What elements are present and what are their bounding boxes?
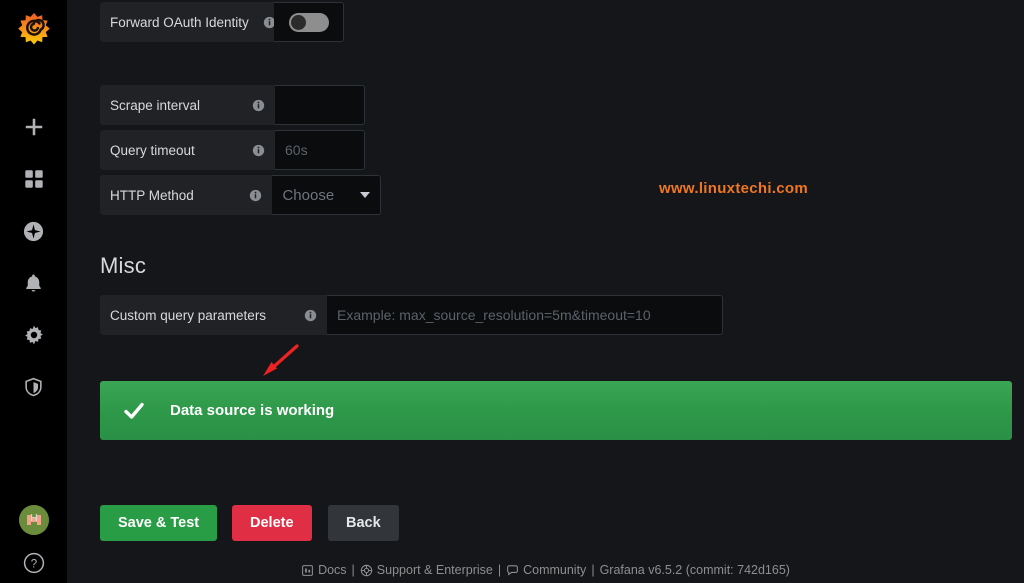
main-sidebar: H ? <box>0 0 67 583</box>
forward-oauth-label: Forward OAuth Identity <box>100 2 276 42</box>
comment-icon <box>506 564 519 577</box>
custom-query-parameters-input[interactable]: Example: max_source_resolution=5m&timeou… <box>327 295 723 335</box>
field-custom-query-parameters: Custom query parameters Example: max_sou… <box>100 295 723 335</box>
misc-section-heading: Misc <box>100 253 147 278</box>
info-icon[interactable] <box>235 189 262 202</box>
footer-docs-label: Docs <box>318 563 347 577</box>
info-icon[interactable] <box>249 16 276 29</box>
save-and-test-button[interactable]: Save & Test <box>100 505 218 541</box>
footer-separator-1: | <box>351 563 355 577</box>
footer-support-link[interactable]: Support & Enterprise <box>360 563 493 577</box>
compass-icon <box>23 221 44 241</box>
query-timeout-label-text: Query timeout <box>110 142 195 158</box>
http-method-label: HTTP Method <box>100 175 273 215</box>
sidebar-nav <box>17 115 51 399</box>
lifebuoy-icon <box>360 564 373 577</box>
scrape-interval-label-text: Scrape interval <box>110 97 201 113</box>
footer-separator-2: | <box>497 563 502 577</box>
forward-oauth-toggle-cell <box>274 2 344 42</box>
sidebar-bottom: H ? <box>0 505 67 575</box>
field-forward-oauth-identity: Forward OAuth Identity <box>100 2 344 42</box>
grafana-datasource-settings-page: H ? Forward OAuth Identity Scrape interv… <box>0 0 1024 583</box>
watermark: www.linuxtechi.com <box>659 180 809 197</box>
footer-version: Grafana v6.5.2 (commit: 742d165) <box>599 563 790 577</box>
custom-query-parameters-label: Custom query parameters <box>100 295 327 335</box>
delete-button[interactable]: Delete <box>232 505 312 541</box>
sidebar-item-explore[interactable] <box>17 219 51 243</box>
svg-text:?: ? <box>30 558 36 570</box>
sidebar-item-create[interactable] <box>17 115 51 139</box>
sidebar-item-configuration[interactable] <box>17 323 51 347</box>
sidebar-item-server-admin[interactable] <box>17 375 51 399</box>
footer-docs-link[interactable]: Docs <box>301 563 347 577</box>
avatar[interactable]: H <box>18 505 49 535</box>
question-circle-icon: ? <box>23 552 44 574</box>
field-query-timeout: Query timeout 60s <box>100 130 365 170</box>
page-footer: Docs | Support & Enterprise | Community … <box>67 563 1024 577</box>
field-http-method: HTTP Method Choose <box>100 175 381 215</box>
back-button[interactable]: Back <box>328 505 399 541</box>
scrape-interval-input[interactable] <box>275 85 365 125</box>
info-icon[interactable] <box>238 144 265 157</box>
bell-icon <box>26 274 41 292</box>
info-icon[interactable] <box>238 99 265 112</box>
http-method-label-text: HTTP Method <box>110 187 194 203</box>
footer-support-label: Support & Enterprise <box>376 563 493 577</box>
forward-oauth-label-text: Forward OAuth Identity <box>110 14 249 30</box>
field-scrape-interval: Scrape interval <box>100 85 365 125</box>
svg-text:H: H <box>30 513 37 524</box>
dashboards-grid-icon <box>24 170 43 188</box>
http-method-select[interactable]: Choose <box>272 175 381 215</box>
book-icon <box>301 564 314 577</box>
help-button[interactable]: ? <box>17 551 51 575</box>
grafana-logo[interactable] <box>12 8 56 52</box>
sidebar-item-dashboards[interactable] <box>17 167 51 191</box>
plus-icon <box>25 118 42 136</box>
sidebar-item-alerting[interactable] <box>17 271 51 295</box>
query-timeout-input[interactable]: 60s <box>275 130 365 170</box>
scrape-interval-label: Scrape interval <box>100 85 275 125</box>
settings-content: Forward OAuth Identity Scrape interval Q… <box>67 0 1024 583</box>
red-arrow-icon <box>257 342 301 385</box>
footer-separator-3: | <box>591 563 595 577</box>
shield-icon <box>25 377 42 397</box>
custom-query-parameters-label-text: Custom query parameters <box>110 307 267 323</box>
footer-community-link[interactable]: Community <box>506 563 586 577</box>
query-timeout-label: Query timeout <box>100 130 275 170</box>
forward-oauth-toggle[interactable] <box>288 12 329 32</box>
gear-icon <box>24 325 43 345</box>
check-icon <box>122 399 146 423</box>
chevron-down-icon <box>360 192 370 198</box>
toggle-knob <box>290 14 306 30</box>
status-banner-message: Data source is working <box>170 402 335 419</box>
footer-community-label: Community <box>523 563 587 577</box>
status-banner: Data source is working <box>100 381 1012 440</box>
info-icon[interactable] <box>290 309 317 322</box>
http-method-selected-value: Choose <box>282 186 335 204</box>
